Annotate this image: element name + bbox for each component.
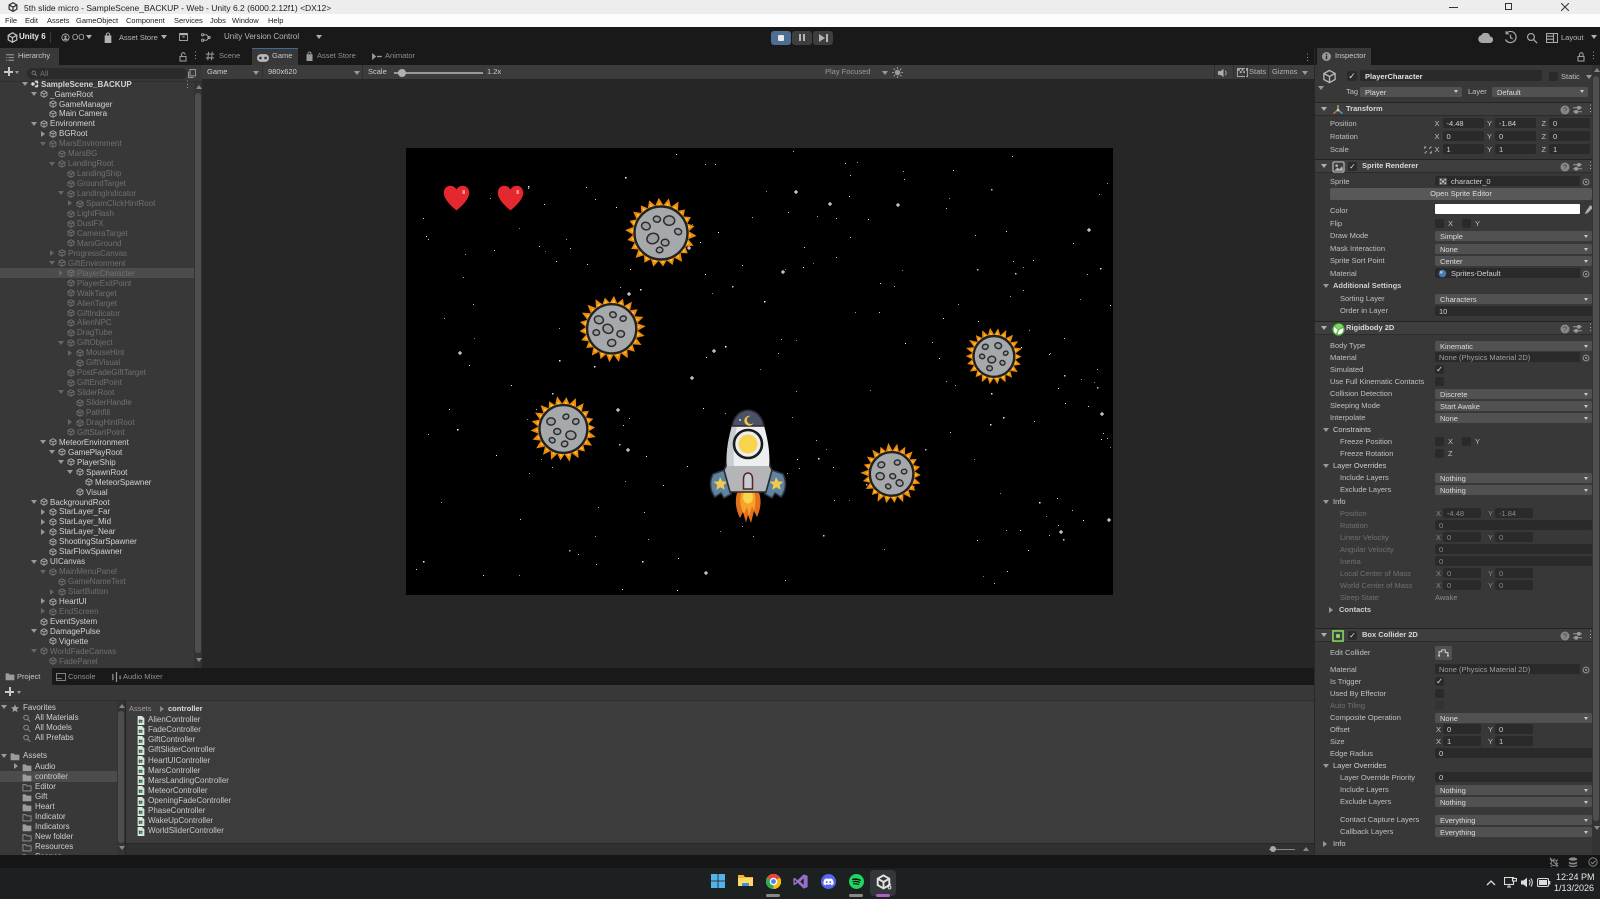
svg-text:?: ?: [1563, 326, 1567, 334]
svg-text:?: ?: [1563, 633, 1567, 641]
svg-text:6: 6: [887, 883, 892, 891]
svg-text:?: ?: [1563, 107, 1567, 115]
svg-text:?: ?: [1563, 164, 1567, 172]
